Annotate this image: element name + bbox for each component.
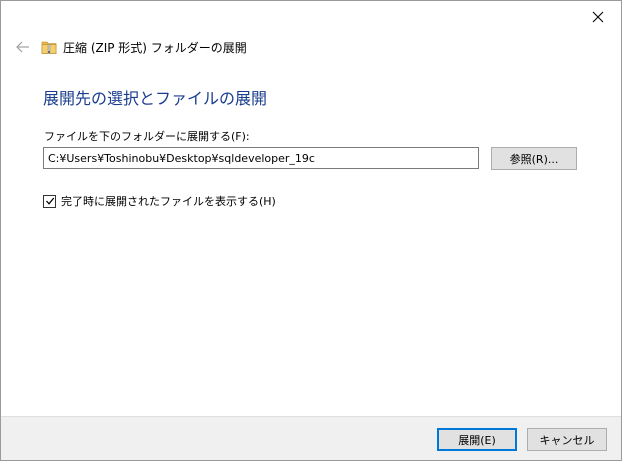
zip-folder-icon	[41, 41, 57, 54]
back-arrow-icon	[16, 41, 29, 53]
dialog-title: 圧縮 (ZIP 形式) フォルダーの展開	[63, 40, 247, 55]
extract-button[interactable]: 展開(E)	[437, 428, 517, 451]
cancel-button[interactable]: キャンセル	[527, 428, 607, 451]
show-files-option[interactable]: 完了時に展開されたファイルを表示する(H)	[43, 193, 276, 209]
back-button[interactable]	[13, 37, 33, 57]
browse-button[interactable]: 参照(R)...	[491, 147, 577, 170]
destination-path-input[interactable]	[43, 147, 479, 169]
destination-label: ファイルを下のフォルダーに展開する(F):	[44, 130, 250, 143]
dialog-footer: 展開(E) キャンセル	[1, 416, 621, 460]
show-files-label: 完了時に展開されたファイルを表示する(H)	[61, 195, 276, 208]
close-icon	[592, 11, 604, 23]
extract-zip-dialog: 圧縮 (ZIP 形式) フォルダーの展開 展開先の選択とファイルの展開 ファイル…	[0, 0, 622, 461]
checkmark-icon	[45, 197, 54, 205]
dialog-header: 圧縮 (ZIP 形式) フォルダーの展開	[13, 37, 247, 57]
close-button[interactable]	[581, 5, 615, 29]
show-files-checkbox[interactable]	[43, 194, 56, 208]
page-heading: 展開先の選択とファイルの展開	[43, 89, 268, 108]
